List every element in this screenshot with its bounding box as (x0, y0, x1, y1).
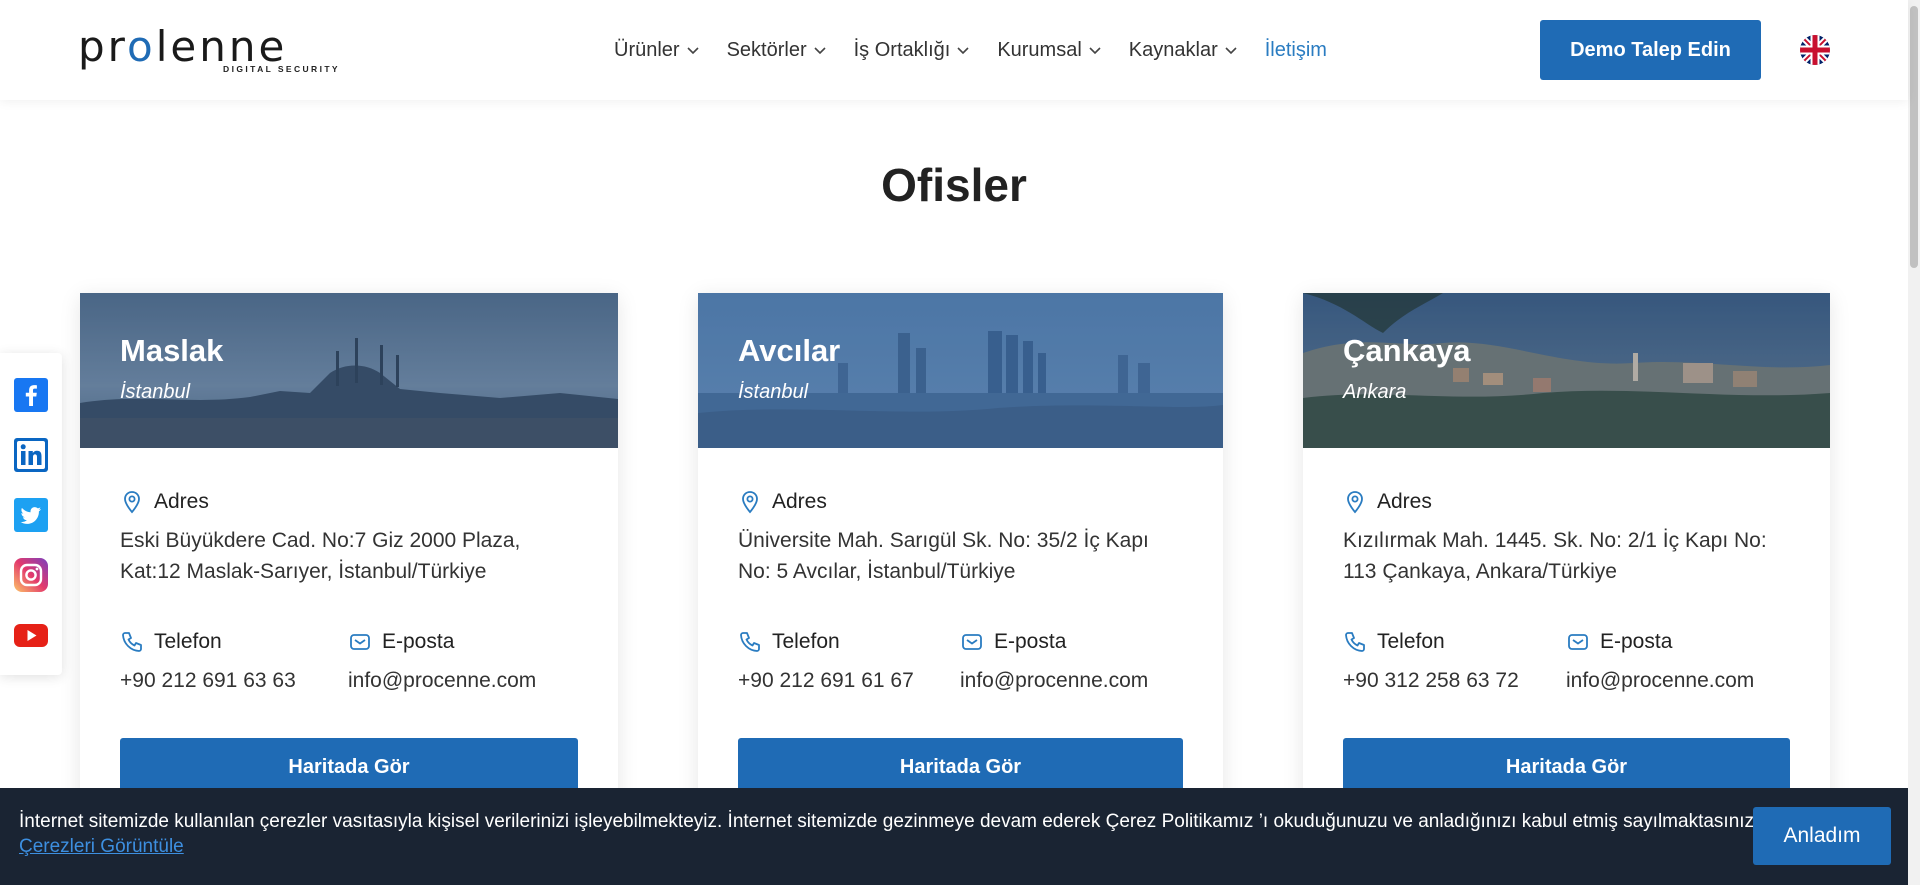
phone-icon (122, 632, 142, 652)
email-label: E-posta (994, 630, 1067, 653)
page-title: Ofisler (881, 159, 1027, 211)
logo-wordmark: prolenne (78, 22, 288, 71)
office-region: İstanbul (738, 381, 809, 403)
phone-label: Telefon (1377, 630, 1445, 653)
email-label: E-posta (1600, 630, 1673, 653)
office-region: Ankara (1343, 381, 1407, 403)
address-label: Adres (1377, 490, 1432, 513)
demo-request-button[interactable]: Demo Talep Edin (1540, 20, 1761, 80)
chevron-down-icon (687, 47, 699, 55)
nav-iletisim[interactable]: İletişim (1265, 36, 1327, 64)
office-hero-image: Çankaya Ankara (1303, 293, 1830, 448)
phone-label: Telefon (154, 630, 222, 653)
office-city: Avcılar (738, 333, 841, 368)
city-skyline-image (698, 293, 1223, 448)
office-phone[interactable]: +90 312 258 63 72 (1343, 669, 1519, 693)
phone-label: Telefon (772, 630, 840, 653)
office-address: Kızılırmak Mah. 1445. Sk. No: 2/1 İç Kap… (1343, 529, 1767, 583)
phone-heading: Telefon (738, 630, 840, 654)
address-heading: Adres (1343, 490, 1432, 514)
office-city: Maslak (120, 333, 224, 368)
mail-icon (350, 634, 370, 650)
logo-tagline: DIGITAL SECURITY (223, 64, 340, 74)
cookie-banner: İnternet sitemizde kullanılan çerezler v… (0, 788, 1908, 885)
phone-heading: Telefon (120, 630, 222, 654)
social-sidebar (0, 353, 62, 675)
chevron-down-icon (1089, 47, 1101, 55)
city-skyline-image (1303, 293, 1830, 448)
office-city: Çankaya (1343, 333, 1471, 368)
phone-heading: Telefon (1343, 630, 1445, 654)
location-pin-icon (1347, 491, 1363, 514)
twitter-icon[interactable] (14, 498, 48, 532)
location-pin-icon (124, 491, 140, 514)
nav-label: İş Ortaklığı (853, 38, 951, 61)
youtube-icon[interactable] (14, 618, 48, 652)
nav-label: Kurumsal (997, 38, 1082, 61)
nav-label: Sektörler (726, 38, 807, 61)
page-scrollbar[interactable] (1908, 0, 1920, 885)
office-email[interactable]: info@procenne.com (960, 669, 1148, 693)
nav-kurumsal[interactable]: Kurumsal (997, 36, 1101, 64)
email-label: E-posta (382, 630, 455, 653)
mail-icon (1568, 634, 1588, 650)
procenne-logo[interactable]: prolenne DIGITAL SECURITY (78, 22, 340, 75)
address-heading: Adres (120, 490, 209, 514)
address-label: Adres (154, 490, 209, 513)
nav-sektorler[interactable]: Sektörler (727, 36, 827, 64)
view-cookies-link[interactable]: Çerezleri Görüntüle (19, 836, 184, 858)
main-nav: Ürünler Sektörler İş Ortaklığı Kurumsal … (614, 36, 1354, 64)
linkedin-icon[interactable] (14, 438, 48, 472)
nav-is-ortakligi[interactable]: İş Ortaklığı (854, 36, 971, 64)
location-pin-icon (742, 491, 758, 514)
address-label: Adres (772, 490, 827, 513)
office-hero-image: Maslak İstanbul (80, 293, 618, 448)
phone-icon (1345, 632, 1365, 652)
nav-label: Kaynaklar (1128, 38, 1218, 61)
office-hero-image: Avcılar İstanbul (698, 293, 1223, 448)
instagram-icon[interactable] (14, 558, 48, 592)
email-heading: E-posta (960, 630, 1066, 654)
facebook-icon[interactable] (14, 378, 48, 412)
site-header: prolenne DIGITAL SECURITY Ürünler Sektör… (0, 0, 1908, 100)
phone-icon (740, 632, 760, 652)
address-heading: Adres (738, 490, 827, 514)
office-phone[interactable]: +90 212 691 61 67 (738, 669, 914, 693)
cookie-consent-text: İnternet sitemizde kullanılan çerezler v… (19, 811, 1760, 832)
office-region: İstanbul (120, 381, 191, 403)
office-email[interactable]: info@procenne.com (1566, 669, 1754, 693)
office-address: Eski Büyükdere Cad. No:7 Giz 2000 Plaza,… (120, 529, 521, 583)
nav-label: İletişim (1264, 38, 1327, 61)
scrollbar-thumb[interactable] (1910, 6, 1918, 268)
nav-kaynaklar[interactable]: Kaynaklar (1129, 36, 1238, 64)
chevron-down-icon (814, 47, 826, 55)
chevron-down-icon (1225, 47, 1237, 55)
uk-flag-icon[interactable] (1800, 35, 1830, 65)
office-email[interactable]: info@procenne.com (348, 669, 536, 693)
accept-cookies-button[interactable]: Anladım (1753, 807, 1891, 865)
chevron-down-icon (957, 47, 969, 55)
office-phone[interactable]: +90 212 691 63 63 (120, 669, 296, 693)
nav-label: Ürünler (614, 38, 680, 61)
office-address: Üniversite Mah. Sarıgül Sk. No: 35/2 İç … (738, 529, 1149, 583)
mail-icon (962, 634, 982, 650)
city-skyline-image (80, 293, 618, 448)
email-heading: E-posta (348, 630, 454, 654)
email-heading: E-posta (1566, 630, 1672, 654)
nav-urunler[interactable]: Ürünler (614, 36, 700, 64)
